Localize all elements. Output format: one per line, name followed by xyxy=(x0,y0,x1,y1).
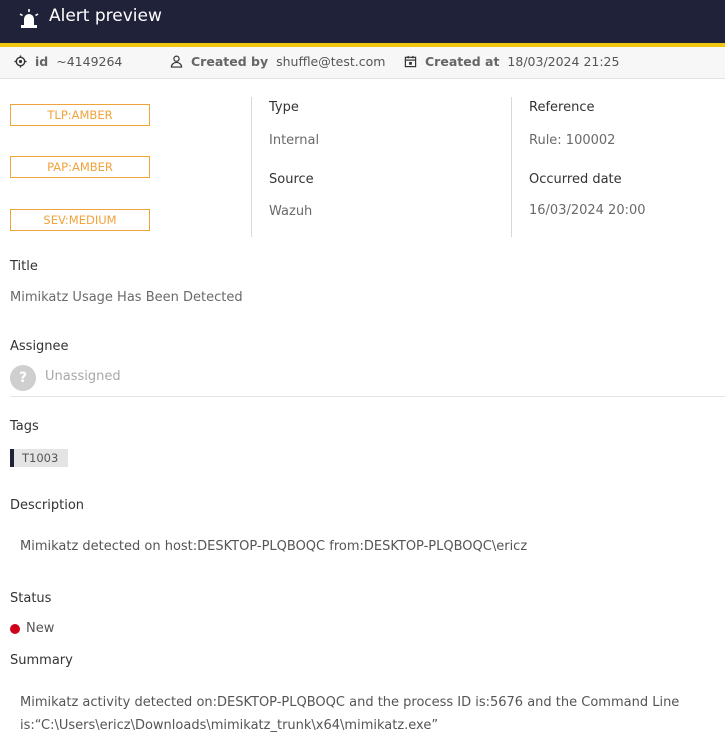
description-text: Mimikatz detected on host:DESKTOP-PLQBOQ… xyxy=(20,539,528,554)
summary-label: Summary xyxy=(10,653,73,668)
severity-badge: SEV:MEDIUM xyxy=(10,209,150,231)
type-value: Internal xyxy=(269,133,320,148)
created-at-value: 18/03/2024 21:25 xyxy=(507,54,620,69)
assignee-label: Assignee xyxy=(10,339,69,354)
calendar-icon xyxy=(404,55,417,68)
avatar: ? xyxy=(10,365,36,391)
reference-label: Reference xyxy=(529,100,595,115)
reference-value: Rule: 100002 xyxy=(529,133,616,148)
user-icon xyxy=(170,55,183,68)
meta-bar: id ~4149264 Created by shuffle@test.com … xyxy=(0,47,725,79)
tlp-badge: TLP:AMBER xyxy=(10,104,150,126)
tags-label: Tags xyxy=(10,419,39,434)
created-by: Created by shuffle@test.com xyxy=(170,54,385,69)
alert-id: id ~4149264 xyxy=(14,54,122,69)
source-label: Source xyxy=(269,172,314,187)
type-label: Type xyxy=(269,100,299,115)
created-by-label: Created by xyxy=(191,54,269,69)
status-value: New xyxy=(26,621,55,636)
status-dot-icon xyxy=(10,624,20,634)
title-label: Title xyxy=(10,259,38,274)
column-divider xyxy=(251,97,252,237)
alarm-light-icon xyxy=(19,9,39,28)
header-bar: Alert preview xyxy=(0,0,725,47)
status-label: Status xyxy=(10,591,52,606)
id-value: ~4149264 xyxy=(56,54,123,69)
source-value: Wazuh xyxy=(269,204,313,219)
summary-text: Mimikatz activity detected on:DESKTOP-PL… xyxy=(20,695,680,733)
created-at-label: Created at xyxy=(425,54,500,69)
occurred-date-value: 16/03/2024 20:00 xyxy=(529,203,646,218)
column-divider xyxy=(511,97,512,237)
gear-icon xyxy=(14,55,27,68)
page-title: Alert preview xyxy=(49,6,162,26)
description-label: Description xyxy=(10,498,85,513)
assignee-value[interactable]: Unassigned xyxy=(45,369,121,384)
divider xyxy=(10,396,725,397)
created-at: Created at 18/03/2024 21:25 xyxy=(404,54,619,69)
created-by-value: shuffle@test.com xyxy=(276,54,386,69)
id-label: id xyxy=(35,54,49,69)
alert-title: Mimikatz Usage Has Been Detected xyxy=(10,290,243,305)
pap-badge: PAP:AMBER xyxy=(10,156,150,178)
occurred-date-label: Occurred date xyxy=(529,172,622,187)
tag-chip[interactable]: T1003 xyxy=(10,449,69,467)
